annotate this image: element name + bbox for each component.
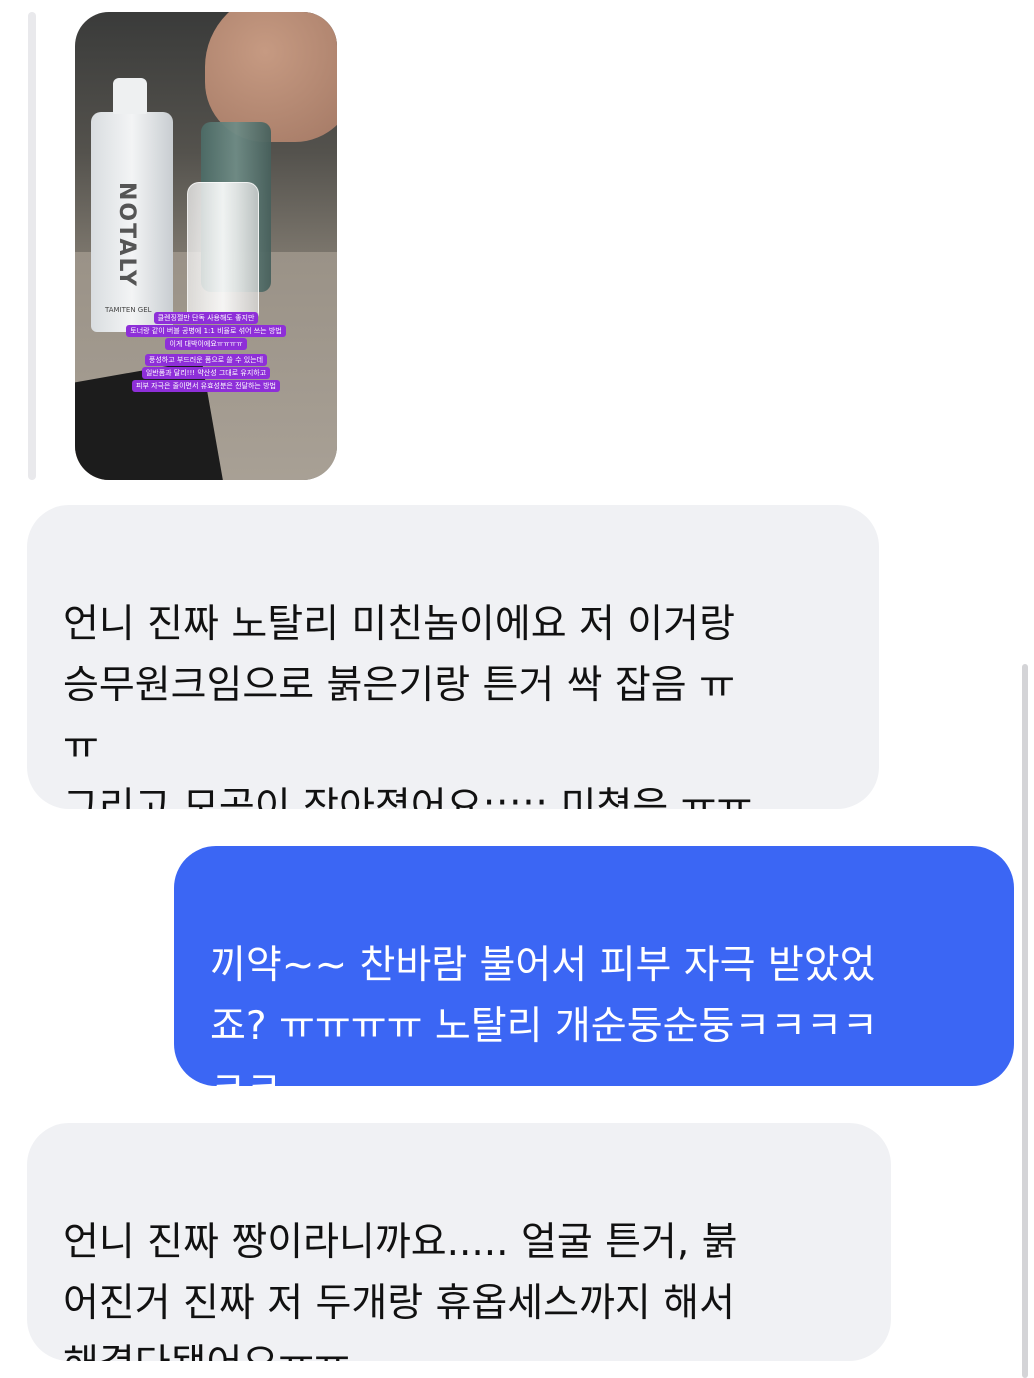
story-caption-line: 클렌징젤만 단독 사용해도 좋지만 bbox=[153, 312, 259, 324]
story-caption-line: 토너랑 같이 버블 공병에 1:1 비율로 섞어 쓰는 방법 bbox=[126, 325, 286, 337]
message-text: 언니 진짜 노탈리 미친놈이에요 저 이거랑 승무원크임으로 붉은기랑 튼거 싹… bbox=[63, 602, 753, 809]
story-reply-image[interactable]: NOTALY TAMITEN GEL 클렌징젤만 단독 사용해도 좋지만 토너랑… bbox=[75, 12, 337, 480]
message-bubble-incoming[interactable]: 언니 진짜 노탈리 미친놈이에요 저 이거랑 승무원크임으로 붉은기랑 튼거 싹… bbox=[27, 505, 879, 809]
story-bottle-large: NOTALY TAMITEN GEL bbox=[91, 78, 173, 332]
story-bottle-brand: NOTALY bbox=[114, 182, 139, 288]
story-reply-bar bbox=[28, 12, 36, 480]
message-text: 언니 진짜 짱이라니까요..... 얼굴 튼거, 붉 어진거 진짜 저 두개랑 … bbox=[63, 1220, 738, 1361]
story-caption-2: 풍성하고 부드러운 폼으로 쓸 수 있는데 일반폼과 달리!!! 약산성 그대로… bbox=[75, 354, 337, 392]
story-caption-1: 클렌징젤만 단독 사용해도 좋지만 토너랑 같이 버블 공병에 1:1 비율로 … bbox=[75, 312, 337, 350]
message-bubble-incoming[interactable]: 언니 진짜 짱이라니까요..... 얼굴 튼거, 붉 어진거 진짜 저 두개랑 … bbox=[27, 1123, 891, 1361]
scrollbar[interactable] bbox=[1022, 664, 1028, 1378]
story-caption-line: 일반폼과 달리!!! 약산성 그대로 유지하고 bbox=[141, 367, 271, 379]
message-text: 끼약~~ 찬바람 불어서 피부 자극 받았었 죠? ㅠㅠㅠㅠ 노탈리 개순둥순둥… bbox=[210, 943, 878, 1086]
story-bottle-pump bbox=[113, 78, 147, 114]
story-caption-line: 풍성하고 부드러운 폼으로 쓸 수 있는데 bbox=[144, 354, 268, 366]
message-bubble-outgoing[interactable]: 끼약~~ 찬바람 불어서 피부 자극 받았었 죠? ㅠㅠㅠㅠ 노탈리 개순둥순둥… bbox=[174, 846, 1014, 1086]
story-caption-line: 이게 대박이에요ㅠㅠㅠㅠ bbox=[165, 338, 247, 350]
story-bottle-foam bbox=[187, 182, 259, 324]
story-caption-line: 피부 자극은 줄이면서 유효성분은 전달하는 방법 bbox=[132, 380, 280, 392]
